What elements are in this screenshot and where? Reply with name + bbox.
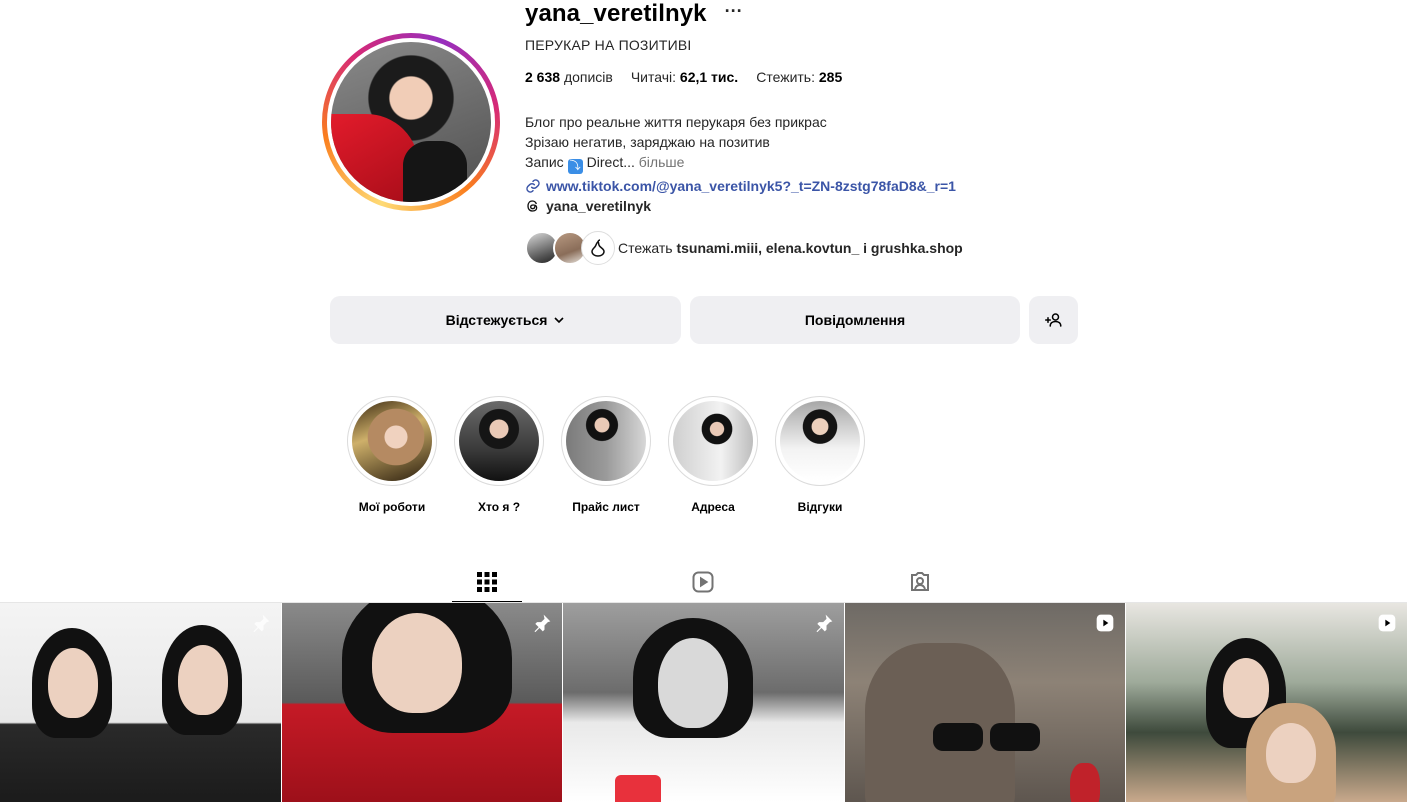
post-tile[interactable]	[844, 603, 1126, 802]
posts-grid	[0, 603, 1407, 802]
threads-username[interactable]: yana_veretilnyk	[546, 198, 651, 214]
external-link[interactable]: www.tiktok.com/@yana_veretilnyk5?_t=ZN-8…	[525, 178, 956, 194]
post-tile[interactable]	[281, 603, 563, 802]
external-link-text[interactable]: www.tiktok.com/@yana_veretilnyk5?_t=ZN-8…	[546, 178, 956, 194]
post-tile[interactable]	[0, 603, 281, 802]
pear-logo-icon	[591, 239, 605, 257]
highlight-item[interactable]: Хто я ?	[452, 396, 546, 514]
username-row: yana_veretilnyk ···	[525, 0, 743, 28]
bio-line-1: Блог про реальне життя перукаря без прик…	[525, 114, 827, 130]
following-count[interactable]: Стежить: 285	[756, 69, 842, 85]
highlight-label: Відгуки	[797, 500, 843, 514]
highlight-label: Мої роботи	[358, 500, 426, 514]
followed-by-text: Стежать tsunami.miii, elena.kovtun_ і gr…	[618, 240, 963, 256]
profile-avatar[interactable]	[322, 33, 500, 211]
link-icon	[526, 179, 540, 193]
grid-icon	[477, 571, 497, 592]
following-button[interactable]: Відстежується	[330, 296, 681, 344]
tab-posts[interactable]	[452, 562, 522, 602]
threads-link[interactable]: yana_veretilnyk	[525, 198, 651, 214]
reel-icon	[1378, 614, 1396, 632]
highlight-item[interactable]: Відгуки	[773, 396, 867, 514]
profile-username: yana_veretilnyk	[525, 0, 707, 27]
posts-count: 2 638 дописів	[525, 69, 613, 85]
highlight-item[interactable]: Прайс лист	[559, 396, 653, 514]
bio-line-2: Зрізаю негатив, заряджаю на позитив	[525, 134, 770, 150]
profile-category: ПЕРУКАР НА ПОЗИТИВІ	[525, 37, 692, 53]
reels-icon	[692, 571, 714, 593]
followers-count[interactable]: Читачі: 62,1 тис.	[631, 69, 738, 85]
highlight-label: Адреса	[691, 500, 735, 514]
bio-more-link[interactable]: більше	[639, 154, 685, 170]
tagged-icon	[911, 572, 929, 591]
profile-page: yana_veretilnyk ··· ПЕРУКАР НА ПОЗИТИВІ …	[0, 0, 1407, 802]
suggest-users-button[interactable]	[1029, 296, 1078, 344]
highlight-item[interactable]: Мої роботи	[345, 396, 439, 514]
followed-by[interactable]: Стежать tsunami.miii, elena.kovtun_ і gr…	[525, 231, 963, 265]
pin-icon	[534, 614, 551, 633]
follower-avatars	[525, 231, 615, 265]
tab-tagged[interactable]	[885, 562, 955, 602]
profile-bio: Блог про реальне життя перукаря без прик…	[525, 112, 827, 174]
follower-avatar	[581, 231, 615, 265]
bio-line-3: Запис ⤵ Direct... більше	[525, 154, 685, 174]
message-button[interactable]: Повідомлення	[690, 296, 1020, 344]
profile-stats: 2 638 дописів Читачі: 62,1 тис. Стежить:…	[525, 69, 842, 85]
post-tile[interactable]	[563, 603, 844, 802]
chevron-down-icon	[554, 317, 564, 324]
reel-icon	[1097, 614, 1114, 632]
add-user-icon	[1044, 313, 1061, 327]
highlight-label: Прайс лист	[572, 500, 640, 514]
arrow-down-emoji-icon: ⤵	[567, 159, 583, 174]
pin-icon	[816, 614, 833, 633]
pin-icon	[253, 614, 269, 633]
tab-reels[interactable]	[668, 562, 738, 602]
highlight-item[interactable]: Адреса	[666, 396, 760, 514]
highlight-label: Хто я ?	[477, 500, 521, 514]
post-tile[interactable]	[1126, 603, 1407, 802]
more-options-icon[interactable]: ···	[725, 1, 743, 22]
threads-icon	[527, 200, 538, 212]
